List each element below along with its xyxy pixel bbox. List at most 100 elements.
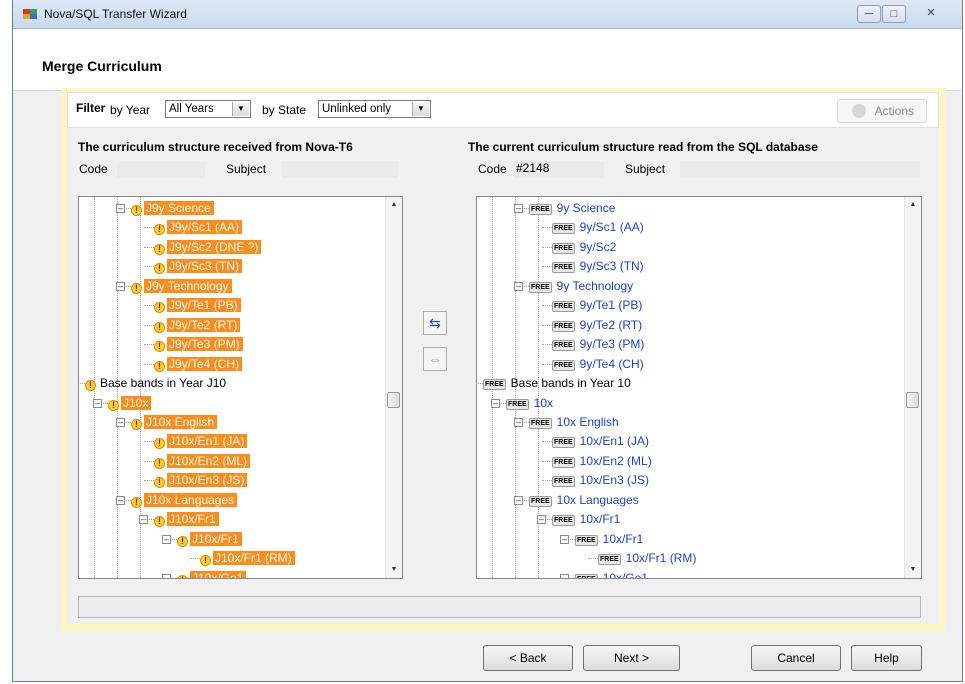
tree-node-label: 10x/En3 (JS) [579, 473, 650, 488]
tree-node[interactable]: FREE 10x Languages [529, 491, 642, 510]
tree-node[interactable]: FREE 10x/Fr1 [552, 510, 623, 529]
tree-node[interactable]: FREE 9y/Te3 (PM) [552, 335, 647, 354]
unlink-button[interactable]: ⇔ [423, 347, 447, 371]
tree-node[interactable]: FREE 10x [506, 394, 556, 413]
tree-node[interactable]: ! J10x/En2 (ML) [154, 452, 251, 471]
tree-node[interactable]: !J10x/Ge1 [177, 569, 247, 578]
tree-node[interactable]: FREE 10x/Ge1 [575, 569, 651, 578]
window-title: Nova/SQL Transfer Wizard [44, 7, 187, 21]
tree-node[interactable]: ! J10x Languages [131, 491, 238, 510]
close-button[interactable]: ✕ [911, 5, 951, 23]
tree-node[interactable]: FREE 10x/Fr1 (RM) [598, 549, 699, 568]
tree-expander-icon[interactable]: – [514, 495, 523, 505]
tree-node[interactable]: ! J9y/Te2 (RT) [154, 316, 241, 335]
scroll-down-icon[interactable]: ▼ [386, 562, 402, 578]
free-badge-icon: FREE [575, 534, 598, 546]
warning-icon: ! [154, 477, 165, 489]
tree-node[interactable]: ! J9y/Te4 (CH) [154, 355, 243, 374]
tree-node[interactable]: ! J9y Technology [131, 277, 232, 296]
right-subject-field [680, 161, 920, 178]
minimize-button[interactable]: ─ [857, 5, 881, 23]
tree-node[interactable]: FREE Base bands in Year 10 [483, 374, 634, 393]
tree-node[interactable]: ! J9y/Sc2 (DNE ?) [154, 238, 262, 257]
year-select[interactable]: All Years ▼ [165, 100, 251, 118]
chevron-down-icon[interactable]: ▼ [412, 102, 429, 116]
right-code-label: Code [478, 162, 507, 176]
tree-node[interactable]: FREE 10x English [529, 413, 622, 432]
tree-node[interactable]: FREE 9y/Te1 (PB) [552, 296, 645, 315]
actions-button[interactable]: Actions [837, 99, 927, 123]
tree-expander-icon[interactable]: – [116, 204, 125, 213]
tree-expander-icon[interactable]: – [116, 281, 125, 291]
scroll-down-icon[interactable]: ▼ [905, 562, 921, 578]
tree-node[interactable]: FREE 10x/Fr1 [575, 530, 646, 549]
tree-node[interactable]: ! J10x English [131, 413, 218, 432]
tree-node[interactable]: FREE 9y/Sc3 (TN) [552, 257, 647, 276]
tree-node[interactable]: ! J9y Science [131, 199, 214, 218]
tree-expander-icon[interactable]: – [514, 204, 523, 213]
tree-node[interactable]: ! J10x/Fr1 (RM) [200, 549, 295, 568]
minimize-icon: ─ [865, 8, 873, 20]
tree-node[interactable]: FREE 10x/En2 (ML) [552, 452, 655, 471]
tree-expander-icon[interactable]: – [116, 417, 125, 427]
tree-node[interactable]: FREE 10x/En3 (JS) [552, 471, 652, 490]
warning-icon: ! [154, 438, 165, 450]
tree-expander-icon[interactable]: – [560, 573, 569, 578]
tree-expander-icon[interactable]: – [93, 398, 102, 408]
tree-node[interactable]: FREE 9y/Sc2 [552, 238, 619, 257]
tree-connector [144, 363, 154, 365]
free-badge-icon: FREE [506, 398, 529, 410]
tree-expander-icon[interactable]: – [78, 379, 79, 388]
left-tree-scrollbar[interactable]: ▲ ▼ [385, 197, 402, 578]
tree-expander-icon[interactable]: – [491, 398, 500, 408]
maximize-button[interactable]: □ [882, 5, 906, 23]
tree-node[interactable]: ! J9y/Sc3 (TN) [154, 257, 243, 276]
tree-node-label: J9y/Sc2 (DNE ?) [167, 239, 262, 254]
tree-node[interactable]: FREE 9y Technology [529, 277, 636, 296]
tree-expander-icon[interactable]: – [116, 495, 125, 505]
tree-node[interactable]: FREE 9y/Sc1 (AA) [552, 218, 647, 237]
free-badge-icon: FREE [552, 456, 575, 468]
tree-node[interactable]: FREE 9y Science [529, 199, 618, 218]
tree-connector [190, 558, 200, 560]
link-button[interactable]: ⇆ [423, 311, 447, 335]
tree-expander-icon[interactable]: – [514, 281, 523, 291]
state-select[interactable]: Unlinked only ▼ [318, 100, 431, 118]
right-tree-view[interactable]: – FREE 9y Science FREE 9y/Sc1 (AA) FREE 9y/Sc2… [476, 196, 922, 579]
tree-node[interactable]: ! J9y/Te3 (PM) [154, 335, 243, 354]
tree-node[interactable]: ! Base bands in Year J10 [85, 374, 229, 393]
tree-node[interactable]: FREE 10x/En1 (JA) [552, 432, 652, 451]
right-tree-scrollbar[interactable]: ▲ ▼ [904, 197, 921, 578]
scroll-up-icon[interactable]: ▲ [905, 197, 921, 213]
tree-node[interactable]: ! J10x/En1 (JA) [154, 432, 248, 451]
tree-expander-icon[interactable]: – [514, 417, 523, 427]
free-badge-icon: FREE [552, 242, 575, 254]
left-scroll-thumb[interactable] [387, 392, 400, 408]
tree-expander-icon[interactable]: – [162, 573, 171, 578]
warning-icon: ! [200, 555, 211, 567]
tree-node[interactable]: FREE 9y/Te2 (RT) [552, 316, 645, 335]
tree-node[interactable]: ! J9y/Te1 (PB) [154, 296, 241, 315]
help-button[interactable]: Help [851, 645, 922, 671]
tree-node[interactable]: ! J9y/Sc1 (AA) [154, 218, 243, 237]
tree-node[interactable]: ! J10x/En3 (JS) [154, 471, 248, 490]
scroll-up-icon[interactable]: ▲ [386, 197, 402, 213]
tree-expander-icon[interactable]: – [537, 515, 546, 525]
tree-node[interactable]: ! J10x [108, 394, 152, 413]
right-scroll-thumb[interactable] [906, 392, 919, 408]
tree-node[interactable]: FREE 9y/Te4 (CH) [552, 355, 647, 374]
left-tree-view[interactable]: –! J9y Science! J9y/Sc1 (AA)! J9y/Sc2 (DNE … [78, 196, 403, 579]
chevron-down-icon[interactable]: ▼ [232, 102, 249, 116]
tree-expander-icon[interactable]: – [139, 515, 148, 525]
tree-node-label: 10x/En1 (JA) [579, 434, 650, 449]
tree-node[interactable]: ! J10x/Fr1 [177, 530, 242, 549]
tree-expander-icon[interactable]: – [162, 534, 171, 544]
next-button[interactable]: Next > [583, 645, 680, 671]
left-code-field [117, 161, 205, 178]
warning-icon: ! [154, 224, 165, 236]
tree-node[interactable]: ! J10x/Fr1 [154, 510, 219, 529]
back-button[interactable]: < Back [483, 645, 573, 671]
tree-expander-icon[interactable]: – [560, 534, 569, 544]
tree-expander-icon[interactable]: – [476, 379, 477, 388]
cancel-button[interactable]: Cancel [751, 645, 841, 671]
